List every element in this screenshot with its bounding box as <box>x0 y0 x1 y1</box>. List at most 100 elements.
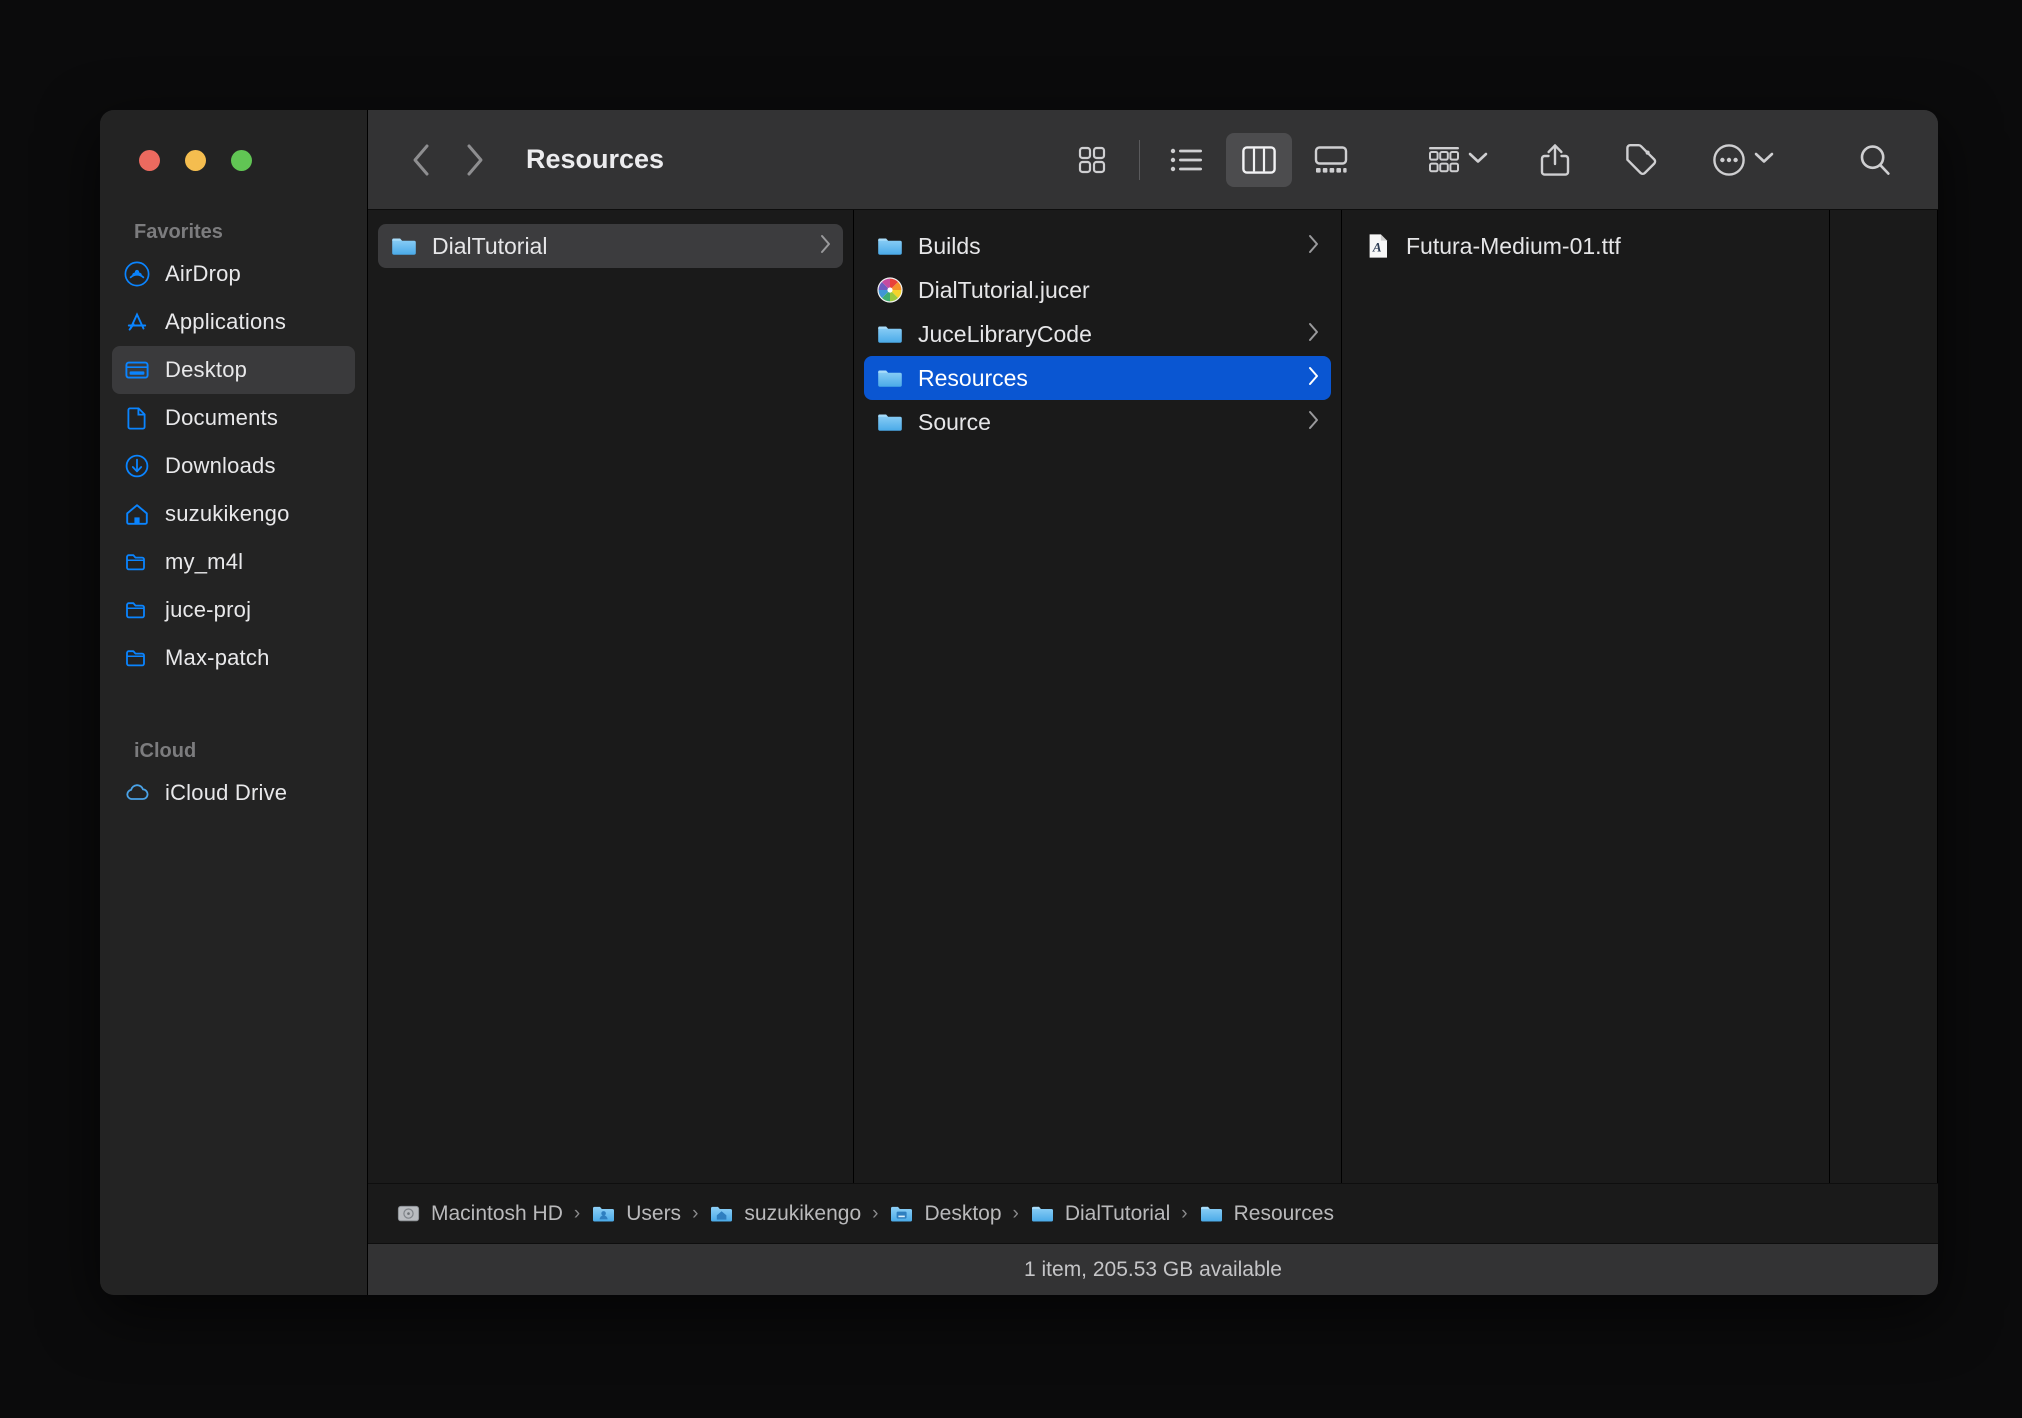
breadcrumb-item[interactable]: Resources <box>1199 1201 1334 1226</box>
forward-button[interactable] <box>448 133 502 187</box>
folder-icon <box>876 232 904 260</box>
breadcrumb-label: Users <box>626 1201 682 1225</box>
sidebar-item-my-m4l[interactable]: my_m4l <box>112 538 355 586</box>
breadcrumb-separator: › <box>872 1202 879 1224</box>
sidebar-item-label: Desktop <box>165 357 248 382</box>
toolbar: Resources <box>368 110 1938 210</box>
icon-view-button[interactable] <box>1059 133 1125 187</box>
list-view-button[interactable] <box>1154 133 1220 187</box>
breadcrumb-item[interactable]: suzukikengo <box>709 1201 861 1226</box>
sidebar-section-header: iCloud <box>134 740 197 762</box>
airdrop-icon <box>124 261 150 287</box>
share-button[interactable] <box>1530 133 1580 187</box>
desktop-folder-icon <box>889 1201 914 1226</box>
list-item[interactable]: Source <box>864 400 1331 444</box>
sidebar-item-label: Max-patch <box>165 645 270 670</box>
chevron-right-icon <box>1307 321 1321 348</box>
sidebar-item-label: Documents <box>165 405 279 430</box>
sidebar-item-airdrop[interactable]: AirDrop <box>112 250 355 298</box>
tags-button[interactable] <box>1614 133 1668 187</box>
breadcrumb-item[interactable]: DialTutorial <box>1030 1201 1170 1226</box>
breadcrumb-label: DialTutorial <box>1064 1201 1171 1225</box>
column-2[interactable]: Builds DialTutorial.jucer JuceLibraryCod… <box>854 210 1342 1183</box>
status-text: 1 item, 205.53 GB available <box>1024 1257 1282 1281</box>
toolbar-actions <box>1418 133 1902 187</box>
list-item-label: JuceLibraryCode <box>918 320 1092 347</box>
column-1[interactable]: DialTutorial <box>368 210 854 1183</box>
sidebar-item-label: my_m4l <box>165 549 244 574</box>
breadcrumb-separator: › <box>573 1202 581 1224</box>
home-folder-icon <box>709 1201 734 1226</box>
folder-icon <box>1199 1201 1224 1226</box>
gallery-view-button[interactable] <box>1298 133 1364 187</box>
documents-icon <box>124 405 150 431</box>
svg-text:A: A <box>1372 240 1382 255</box>
breadcrumb-item[interactable]: Desktop <box>889 1201 1002 1226</box>
list-item[interactable]: A Futura-Medium-01.ttf <box>1352 224 1819 268</box>
breadcrumb-item[interactable]: Users <box>591 1201 681 1226</box>
list-item[interactable]: DialTutorial <box>378 224 843 268</box>
sidebar-list: iCloud Drive <box>100 769 367 817</box>
sidebar-item-label: juce-proj <box>165 597 252 622</box>
list-item[interactable]: JuceLibraryCode <box>864 312 1331 356</box>
applications-icon <box>124 309 150 335</box>
sidebar-item-desktop[interactable]: Desktop <box>112 346 355 394</box>
harddisk-icon <box>396 1201 421 1226</box>
sidebar-item-label: Downloads <box>165 453 276 478</box>
list-item[interactable]: Resources <box>864 356 1331 400</box>
finder-window: Favorites AirDrop Applications Desktop D… <box>100 110 1938 1295</box>
chevron-down-icon <box>1754 151 1774 169</box>
maximize-button[interactable] <box>231 150 252 171</box>
sidebar-item-juce-proj[interactable]: juce-proj <box>112 586 355 634</box>
breadcrumb-separator: › <box>1181 1202 1188 1224</box>
window-body: Favorites AirDrop Applications Desktop D… <box>100 110 1938 1295</box>
group-by-button[interactable] <box>1418 133 1498 187</box>
folder-icon <box>390 232 418 260</box>
breadcrumb: Macintosh HD › Users › suzukikengo › Deskto… <box>368 1183 1938 1243</box>
breadcrumb-label: suzukikengo <box>744 1201 862 1225</box>
folder-icon <box>1030 1201 1055 1226</box>
cloud-icon <box>124 780 150 806</box>
toolbar-divider <box>1139 139 1140 180</box>
sidebar-list: AirDrop Applications Desktop Documents D… <box>100 250 367 682</box>
sidebar-item-label: AirDrop <box>165 261 241 286</box>
breadcrumb-label: Desktop <box>924 1201 1002 1225</box>
breadcrumb-label: Macintosh HD <box>431 1201 563 1225</box>
sidebar-item-documents[interactable]: Documents <box>112 394 355 442</box>
more-button[interactable] <box>1702 133 1784 187</box>
page-title: Resources <box>526 144 665 174</box>
juce-pinwheel-icon <box>876 276 904 304</box>
folder-outline-icon <box>124 645 150 671</box>
users-folder-icon <box>591 1201 616 1226</box>
column-view-button[interactable] <box>1226 132 1292 187</box>
sidebar-item-applications[interactable]: Applications <box>112 298 355 346</box>
search-button[interactable] <box>1848 133 1902 187</box>
home-icon <box>124 501 150 527</box>
minimize-button[interactable] <box>185 150 206 171</box>
sidebar-item-downloads[interactable]: Downloads <box>112 442 355 490</box>
sidebar: Favorites AirDrop Applications Desktop D… <box>100 110 368 1295</box>
chevron-right-icon <box>1307 365 1321 392</box>
list-item[interactable]: DialTutorial.jucer <box>864 268 1331 312</box>
breadcrumb-separator: › <box>1012 1202 1019 1224</box>
back-button[interactable] <box>394 133 448 187</box>
sidebar-sections: Favorites AirDrop Applications Desktop D… <box>100 221 367 817</box>
list-item[interactable]: Builds <box>864 224 1331 268</box>
column-4[interactable] <box>1830 210 1938 1183</box>
breadcrumb-label: Resources <box>1233 1201 1334 1225</box>
folder-outline-icon <box>124 549 150 575</box>
column-3[interactable]: A Futura-Medium-01.ttf <box>1342 210 1830 1183</box>
sidebar-item-icloud-drive[interactable]: iCloud Drive <box>112 769 355 817</box>
font-file-icon: A <box>1364 232 1392 260</box>
desktop-icon <box>124 357 150 383</box>
sidebar-item-label: Applications <box>165 309 287 334</box>
folder-outline-icon <box>124 597 150 623</box>
status-bar: 1 item, 205.53 GB available <box>368 1243 1938 1295</box>
close-button[interactable] <box>139 150 160 171</box>
list-item-label: Source <box>918 408 991 435</box>
chevron-right-icon <box>819 233 833 260</box>
sidebar-item-max-patch[interactable]: Max-patch <box>112 634 355 682</box>
traffic-lights <box>100 110 367 171</box>
sidebar-item-suzukikengo[interactable]: suzukikengo <box>112 490 355 538</box>
breadcrumb-item[interactable]: Macintosh HD <box>396 1201 563 1226</box>
